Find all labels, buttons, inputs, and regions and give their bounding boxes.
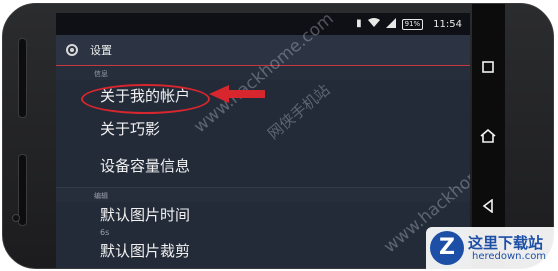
section-header-edit: 编辑	[56, 187, 470, 202]
list-item-default-image-duration[interactable]: 默认图片时间 6s	[56, 202, 470, 238]
signal-icon	[385, 17, 396, 31]
brand-logo: Z	[430, 231, 464, 265]
square-icon	[482, 61, 494, 73]
phone-screen: ▮ 91% 11:54 设置 信息 关于我的帐户 关于巧影 设备容量信息 编辑 …	[56, 13, 470, 268]
arrow-left-icon	[209, 85, 265, 103]
battery-indicator: 91%	[401, 18, 424, 30]
back-triangle-icon	[482, 198, 493, 214]
brand-title: 这里下载站	[468, 234, 544, 252]
brand-watermark: Z 这里下载站 heredown.com	[426, 227, 558, 271]
settings-gear-icon[interactable]	[66, 44, 78, 56]
list-item-device-capacity[interactable]: 设备容量信息	[56, 147, 470, 184]
clock: 11:54	[433, 18, 462, 30]
page-title: 设置	[90, 44, 112, 57]
list-item-default-image-crop[interactable]: 默认图片裁剪	[56, 238, 470, 262]
home-button[interactable]	[478, 128, 498, 149]
list-item-label: 设备容量信息	[100, 157, 191, 175]
back-button[interactable]	[478, 198, 498, 219]
list-item-label: 默认图片时间	[100, 205, 191, 224]
recent-apps-button[interactable]	[478, 60, 498, 80]
list-item-about-kinemaster[interactable]: 关于巧影	[56, 110, 470, 147]
app-bar: 设置	[56, 35, 470, 66]
list-item-label: 默认图片裁剪	[100, 241, 191, 260]
highlight-ellipse	[81, 84, 210, 114]
wifi-icon	[367, 17, 380, 31]
status-bar: ▮ 91% 11:54	[56, 13, 470, 35]
home-icon	[480, 128, 496, 143]
sensor-dot	[12, 214, 20, 222]
speaker-grille-top	[18, 38, 27, 118]
list-item-value: 6s	[100, 227, 110, 237]
list-item-label: 关于巧影	[100, 120, 161, 138]
section-header-info: 信息	[56, 66, 470, 80]
vibrate-icon: ▮	[356, 18, 362, 29]
brand-domain: heredown.com	[472, 251, 547, 262]
